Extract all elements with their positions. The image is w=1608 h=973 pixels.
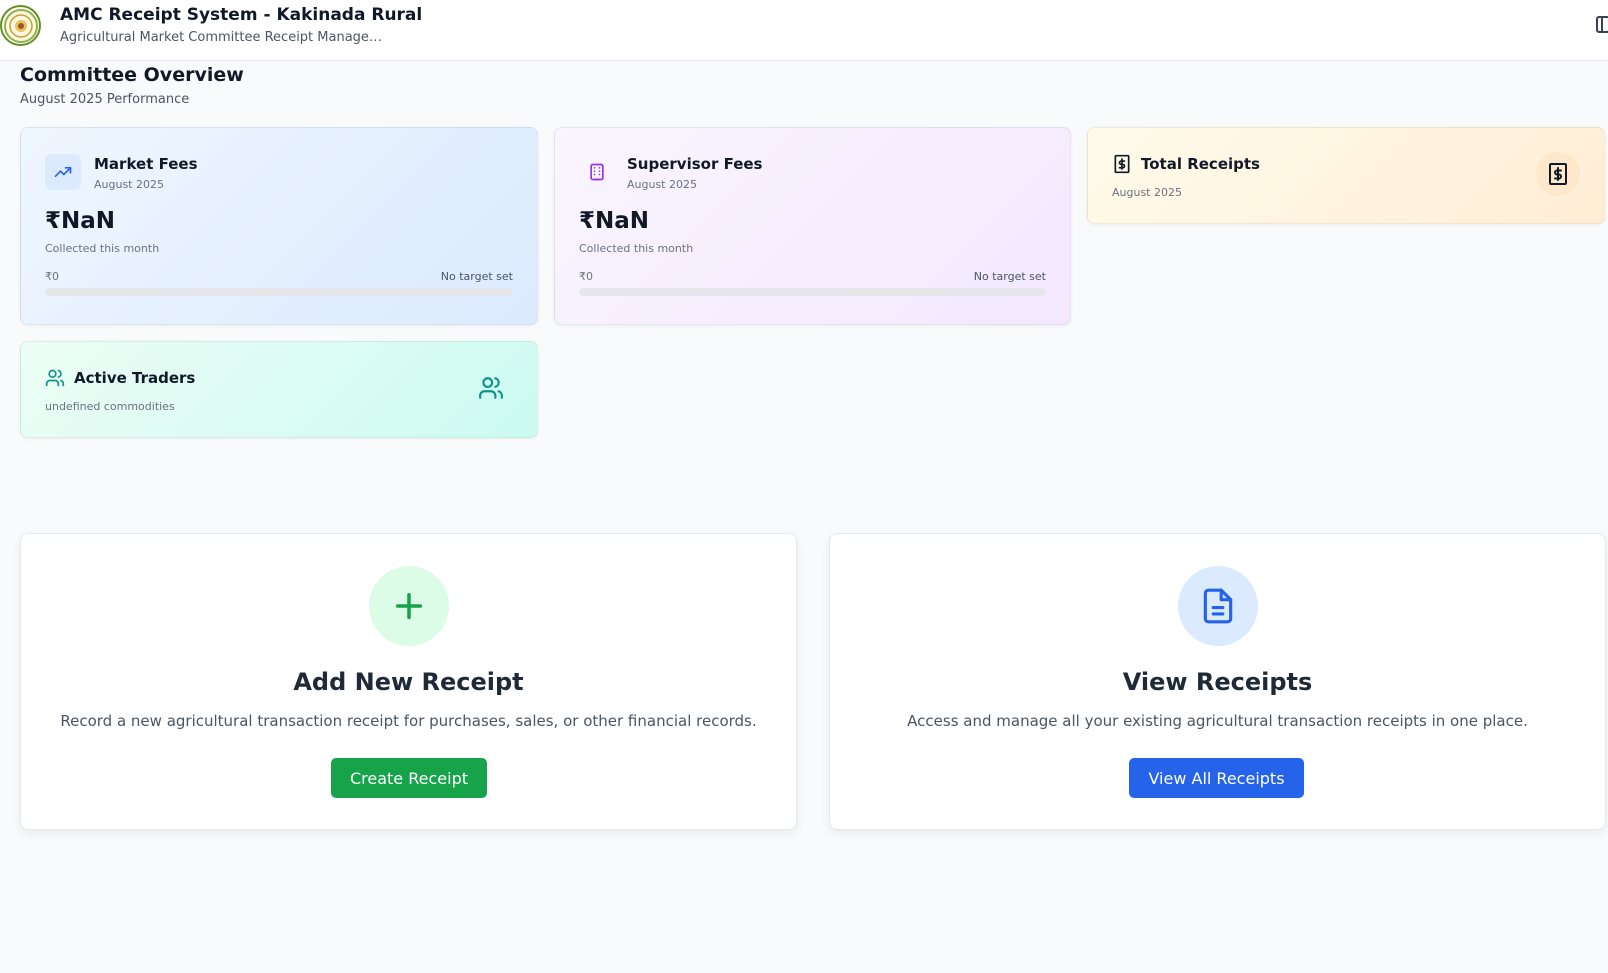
supervisor-fees-progress [579, 288, 1046, 296]
add-receipt-title: Add New Receipt [293, 668, 524, 696]
total-receipts-card: Total Receipts August 2025 [1087, 127, 1605, 224]
users-icon [45, 368, 65, 388]
file-text-icon [1177, 566, 1258, 646]
panel-left-icon[interactable] [1596, 16, 1608, 33]
supervisor-fees-period: August 2025 [627, 178, 697, 191]
market-fees-target: No target set [440, 270, 513, 283]
market-fees-value: ₹NaN [45, 208, 116, 234]
supervisor-fees-target: No target set [973, 270, 1046, 283]
overview-subtitle: August 2025 Performance [20, 92, 190, 107]
add-receipt-card: Add New Receipt Record a new agricultura… [20, 533, 797, 830]
supervisor-fees-title: Supervisor Fees [627, 155, 763, 173]
total-receipts-period: August 2025 [1112, 186, 1182, 199]
users-icon [469, 366, 513, 410]
supervisor-fees-value: ₹NaN [579, 208, 650, 234]
building-icon [579, 154, 615, 190]
add-receipt-description: Record a new agricultural transaction re… [60, 712, 757, 730]
active-traders-card: Active Traders undefined commodities [20, 341, 538, 438]
supervisor-fees-card: Supervisor Fees August 2025 ₹NaN Collect… [554, 127, 1071, 325]
overview-title: Committee Overview [20, 64, 244, 86]
supervisor-fees-min: ₹0 [579, 270, 593, 283]
app-title: AMC Receipt System - Kakinada Rural [60, 5, 423, 25]
active-traders-title: Active Traders [74, 369, 196, 387]
market-fees-caption: Collected this month [45, 242, 160, 255]
create-receipt-button[interactable]: Create Receipt [331, 758, 487, 798]
view-all-receipts-button[interactable]: View All Receipts [1129, 758, 1304, 798]
trending-up-icon [45, 154, 81, 190]
market-fees-card: Market Fees August 2025 ₹NaN Collected t… [20, 127, 538, 325]
market-fees-title: Market Fees [94, 155, 198, 173]
plus-icon [368, 566, 449, 646]
view-receipts-description: Access and manage all your existing agri… [907, 712, 1528, 730]
market-fees-progress [45, 288, 513, 296]
view-receipts-card: View Receipts Access and manage all your… [829, 533, 1606, 830]
view-receipts-title: View Receipts [1122, 668, 1313, 696]
market-fees-min: ₹0 [45, 270, 59, 283]
receipt-dollar-icon [1536, 152, 1580, 196]
active-traders-caption: undefined commodities [45, 400, 175, 413]
market-fees-period: August 2025 [94, 178, 164, 191]
app-header: AMC Receipt System - Kakinada Rural Agri… [0, 0, 1608, 61]
app-subtitle: Agricultural Market Committee Receipt Ma… [60, 30, 382, 45]
state-emblem-logo[interactable] [0, 5, 41, 46]
supervisor-fees-caption: Collected this month [579, 242, 694, 255]
receipt-dollar-icon [1112, 154, 1132, 174]
total-receipts-title: Total Receipts [1141, 155, 1260, 173]
